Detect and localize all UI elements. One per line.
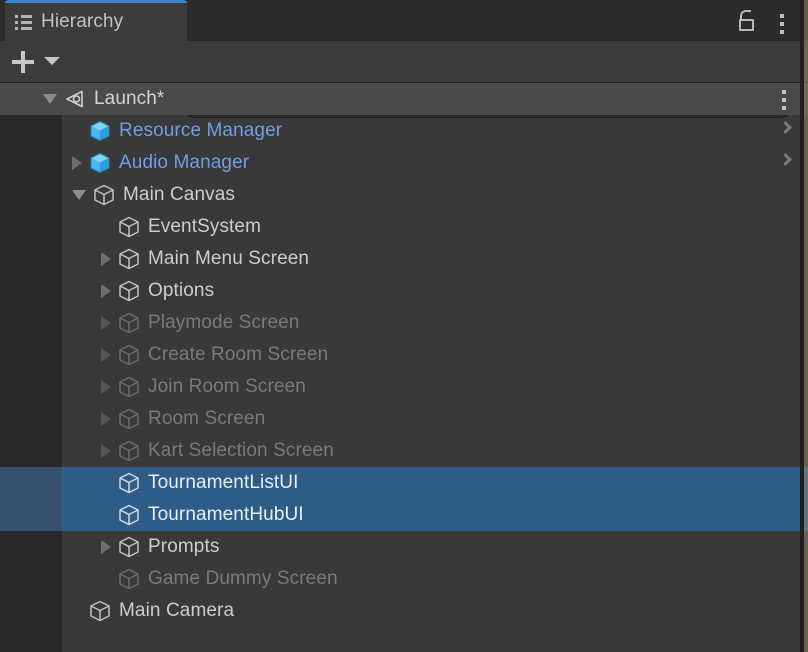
adjacent-panel-edge	[804, 0, 808, 652]
twisty-spacer	[101, 222, 111, 232]
prefab-cube-icon	[88, 119, 112, 143]
tree-row[interactable]: Prompts	[0, 531, 808, 563]
triangle-down-icon[interactable]	[72, 190, 86, 200]
tree-row[interactable]: Options	[0, 275, 808, 307]
gameobject-cube-icon	[117, 503, 141, 527]
tree-row[interactable]: TournamentHubUI	[0, 499, 808, 531]
tree-row-label: Main Menu Screen	[148, 248, 309, 270]
row-content: Options	[0, 275, 214, 307]
triangle-right-icon[interactable]	[101, 252, 111, 266]
tree-row-label: Game Dummy Screen	[148, 568, 338, 590]
triangle-right-icon[interactable]	[101, 540, 111, 554]
tree-row[interactable]: Audio Manager	[0, 147, 808, 179]
gameobject-cube-icon	[117, 311, 141, 335]
row-content: Main Menu Screen	[0, 243, 309, 275]
tree-row[interactable]: Main Camera	[0, 595, 808, 627]
triangle-right-icon[interactable]	[101, 444, 111, 458]
tree-row-label: Main Canvas	[123, 184, 235, 206]
hierarchy-toolbar: All	[0, 41, 808, 83]
tree-row[interactable]: EventSystem	[0, 211, 808, 243]
tree-row[interactable]: Main Canvas	[0, 179, 808, 211]
hierarchy-panel: Hierarchy All Launch*Resource Mana	[0, 0, 808, 652]
tree-row-label: Room Screen	[148, 408, 265, 430]
tab-bar-actions	[736, 0, 808, 41]
gameobject-cube-icon	[117, 343, 141, 367]
row-content: Create Room Screen	[0, 339, 328, 371]
tree-row[interactable]: Join Room Screen	[0, 371, 808, 403]
gameobject-cube-icon	[117, 215, 141, 239]
triangle-right-icon[interactable]	[101, 316, 111, 330]
gameobject-cube-icon	[117, 375, 141, 399]
row-content: Prompts	[0, 531, 219, 563]
tree-row-label: TournamentHubUI	[148, 504, 304, 526]
gameobject-cube-icon	[117, 535, 141, 559]
triangle-right-icon[interactable]	[72, 156, 82, 170]
tree-row-label: Playmode Screen	[148, 312, 299, 334]
gameobject-cube-icon	[117, 279, 141, 303]
twisty-spacer	[101, 478, 111, 488]
gameobject-cube-icon	[117, 439, 141, 463]
unity-scene-icon	[63, 87, 87, 111]
row-content: Room Screen	[0, 403, 265, 435]
gameobject-cube-icon	[92, 183, 116, 207]
triangle-down-icon[interactable]	[43, 94, 57, 104]
twisty-spacer	[101, 510, 111, 520]
tab-hierarchy[interactable]: Hierarchy	[5, 0, 187, 41]
row-content: Main Canvas	[0, 179, 235, 211]
row-content: Audio Manager	[0, 147, 249, 179]
kebab-menu-icon[interactable]	[772, 9, 794, 33]
twisty-spacer	[101, 574, 111, 584]
tree-row[interactable]: Launch*	[0, 83, 808, 115]
tree-row-label: Main Camera	[119, 600, 234, 622]
chevron-down-icon[interactable]	[44, 57, 60, 65]
gameobject-cube-icon	[117, 407, 141, 431]
tree-row-label: Prompts	[148, 536, 219, 558]
tree-row-label: EventSystem	[148, 216, 261, 238]
tree-row-label: Audio Manager	[119, 152, 249, 174]
twisty-spacer	[72, 126, 82, 136]
tree-row[interactable]: Create Room Screen	[0, 339, 808, 371]
hierarchy-list-icon	[15, 15, 32, 30]
tree-row[interactable]: Room Screen	[0, 403, 808, 435]
add-gameobject-button[interactable]	[7, 46, 39, 78]
row-content: TournamentListUI	[0, 467, 299, 499]
hierarchy-tree[interactable]: Launch* Resource Manager Audio Manager Main…	[0, 83, 808, 652]
row-content: Kart Selection Screen	[0, 435, 334, 467]
row-content: TournamentHubUI	[0, 499, 304, 531]
tree-row-label: Launch*	[94, 88, 164, 110]
row-content: Join Room Screen	[0, 371, 306, 403]
tree-row-label: Create Room Screen	[148, 344, 328, 366]
tree-row[interactable]: Resource Manager	[0, 115, 808, 147]
row-content: Main Camera	[0, 595, 234, 627]
triangle-right-icon[interactable]	[101, 348, 111, 362]
tree-row-label: Join Room Screen	[148, 376, 306, 398]
tree-row-label: Options	[148, 280, 214, 302]
tab-bar: Hierarchy	[0, 0, 808, 41]
gameobject-cube-icon	[117, 471, 141, 495]
gameobject-cube-icon	[88, 599, 112, 623]
triangle-right-icon[interactable]	[101, 412, 111, 426]
tree-row[interactable]: TournamentListUI	[0, 467, 808, 499]
gameobject-cube-icon	[117, 247, 141, 271]
tree-row-label: TournamentListUI	[148, 472, 299, 494]
kebab-menu-icon[interactable]	[782, 90, 786, 114]
row-content: Resource Manager	[0, 115, 282, 147]
lock-icon[interactable]	[736, 9, 758, 33]
row-content: Playmode Screen	[0, 307, 299, 339]
tab-hierarchy-label: Hierarchy	[41, 11, 123, 33]
triangle-right-icon[interactable]	[101, 284, 111, 298]
row-content: Game Dummy Screen	[0, 563, 338, 595]
tree-row-label: Kart Selection Screen	[148, 440, 334, 462]
triangle-right-icon[interactable]	[101, 380, 111, 394]
tree-row[interactable]: Kart Selection Screen	[0, 435, 808, 467]
tree-row[interactable]: Game Dummy Screen	[0, 563, 808, 595]
prefab-cube-icon	[88, 151, 112, 175]
gameobject-cube-icon	[117, 567, 141, 591]
twisty-spacer	[72, 606, 82, 616]
tree-row-label: Resource Manager	[119, 120, 282, 142]
tree-row[interactable]: Playmode Screen	[0, 307, 808, 339]
row-content: Launch*	[0, 83, 164, 115]
tree-row[interactable]: Main Menu Screen	[0, 243, 808, 275]
row-content: EventSystem	[0, 211, 261, 243]
